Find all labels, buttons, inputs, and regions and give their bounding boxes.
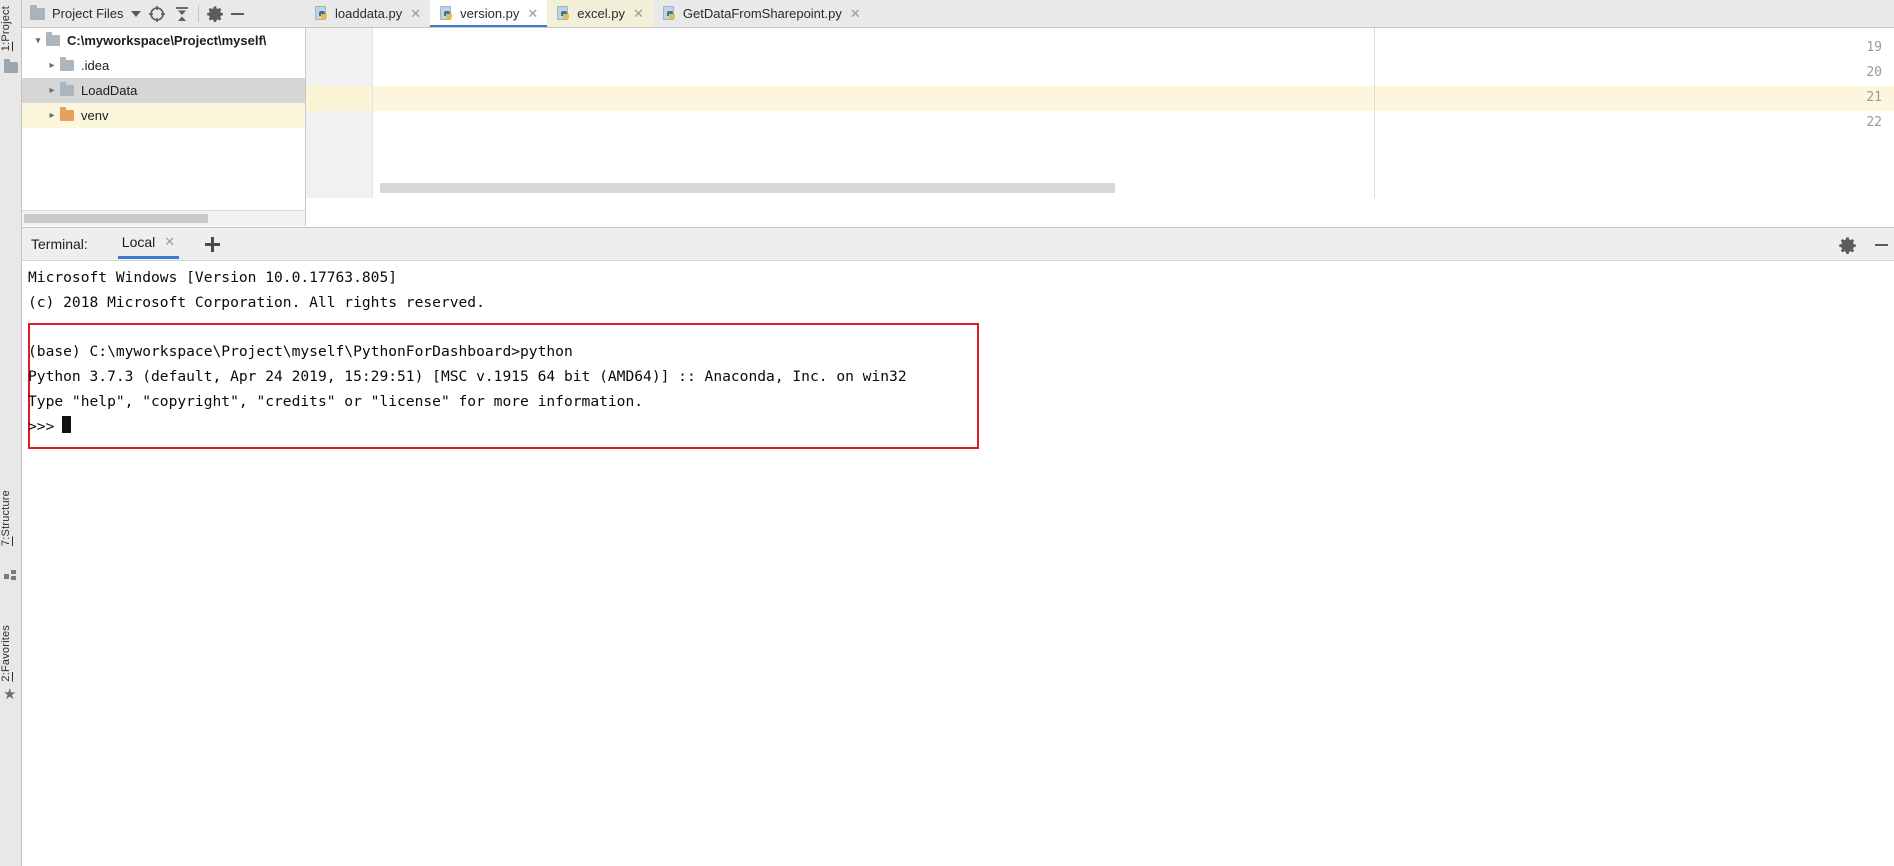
editor-tab-version[interactable]: version.py ✕ [430,0,548,27]
sidebar-item-structure-number: 7: [0,536,12,547]
highlighted-line [373,86,1894,111]
gear-icon[interactable] [1838,236,1857,255]
close-icon[interactable]: ✕ [850,7,861,20]
close-icon[interactable]: ✕ [410,7,421,20]
star-icon: ★ [3,686,17,703]
sidebar-item-favorites-number: 2: [0,672,12,682]
sidebar-item-favorites[interactable]: 2:Favorites [0,625,22,682]
terminal-line: Python 3.7.3 (default, Apr 24 2019, 15:2… [28,368,907,385]
target-icon[interactable] [148,5,166,23]
line-number: 22 [1866,115,1882,130]
sidebar-item-structure-label: Structure [0,490,12,537]
minimize-icon[interactable] [1875,244,1888,246]
chevron-down-icon[interactable] [130,10,141,17]
tree-row-label: LoadData [81,83,138,98]
editor-tab-label: version.py [460,6,520,21]
project-panel-title[interactable]: Project Files [52,6,124,21]
project-tree-horizontal-scrollbar[interactable] [22,210,305,226]
folder-icon [46,32,60,46]
editor-tab-label: excel.py [577,6,625,21]
chevron-right-icon[interactable]: ▸ [44,85,60,96]
left-tool-strip: 1:Project 7:Structure 2:Favorites ★ [0,0,22,866]
project-panel-header: Project Files [22,0,305,28]
gutter-edge [372,28,373,198]
terminal-line: Microsoft Windows [Version 10.0.17763.80… [28,269,398,286]
folder-icon [60,57,74,71]
editor-horizontal-scrollbar[interactable] [380,183,1115,193]
line-number: 19 [1866,40,1882,55]
chevron-down-icon[interactable]: ▾ [30,35,46,46]
terminal-line: (base) C:\myworkspace\Project\myself\Pyt… [28,343,573,360]
line-number: 20 [1866,65,1882,80]
tree-row-label: C:\myworkspace\Project\myself\ [67,33,267,48]
folder-icon [60,107,74,121]
python-file-icon [440,6,454,21]
terminal-caret [62,416,71,433]
add-terminal-tab-button[interactable] [205,236,221,252]
editor-right-divider [1374,28,1375,198]
highlighted-line-gutter [306,86,372,111]
terminal-line: Type "help", "copyright", "credits" or "… [28,393,644,410]
close-icon[interactable]: ✕ [164,234,175,250]
structure-icon [4,570,18,582]
terminal-output[interactable]: Microsoft Windows [Version 10.0.17763.80… [22,261,1894,866]
editor-tab-bar: loaddata.py ✕ version.py ✕ excel.py ✕ Ge… [305,0,1894,28]
sidebar-item-project[interactable]: 1:Project [0,6,22,51]
annotation-box [28,323,979,449]
chevron-right-icon[interactable]: ▸ [44,110,60,121]
tree-row-root[interactable]: ▾ C:\myworkspace\Project\myself\ [22,28,305,53]
terminal-tab-label: Local [121,234,156,250]
project-files-folder-icon [30,4,45,20]
editor-tab-label: loaddata.py [335,6,403,21]
terminal-line: (c) 2018 Microsoft Corporation. All righ… [28,294,485,311]
editor-tab-loaddata[interactable]: loaddata.py ✕ [305,0,430,27]
folder-icon [60,82,74,96]
editor-gutter [306,28,372,198]
project-folder-icon [4,59,18,74]
tree-row-loaddata[interactable]: ▸ LoadData [22,78,305,103]
minimize-icon[interactable] [230,12,244,15]
close-icon[interactable]: ✕ [633,7,644,20]
gear-icon[interactable] [206,5,224,23]
line-number: 21 [1866,90,1882,105]
tree-row-idea[interactable]: ▸ .idea [22,53,305,78]
python-file-icon [557,6,571,21]
sidebar-item-structure[interactable]: 7:Structure [0,490,22,546]
collapse-all-icon[interactable] [173,5,191,23]
scrollbar-thumb[interactable] [24,214,208,223]
chevron-right-icon[interactable]: ▸ [44,60,60,71]
tree-row-label: venv [81,108,109,123]
terminal-tab-local[interactable]: Local ✕ [117,234,180,259]
toolbar-divider [197,5,199,22]
editor-tab-getdatafromsharepoint[interactable]: GetDataFromSharepoint.py ✕ [653,0,870,27]
sidebar-item-favorites-label: Favorites [0,625,12,673]
terminal-prompt: >>> [28,418,64,435]
close-icon[interactable]: ✕ [527,7,538,20]
project-tree: ▾ C:\myworkspace\Project\myself\ ▸ .idea… [22,28,305,210]
terminal-label: Terminal: [31,236,88,252]
editor-tab-excel[interactable]: excel.py ✕ [547,0,653,27]
python-file-icon [662,6,677,21]
tree-row-venv[interactable]: ▸ venv [22,103,305,128]
tree-row-label: .idea [81,58,110,73]
editor-tab-label: GetDataFromSharepoint.py [682,6,842,21]
python-file-icon [315,6,329,21]
terminal-tools [1838,228,1888,262]
terminal-header: Terminal: Local ✕ [22,227,1894,261]
sidebar-item-project-number: 1: [0,41,12,52]
sidebar-item-project-label: Project [0,6,12,42]
code-editor[interactable]: 19 20 21 22 [306,28,1894,198]
